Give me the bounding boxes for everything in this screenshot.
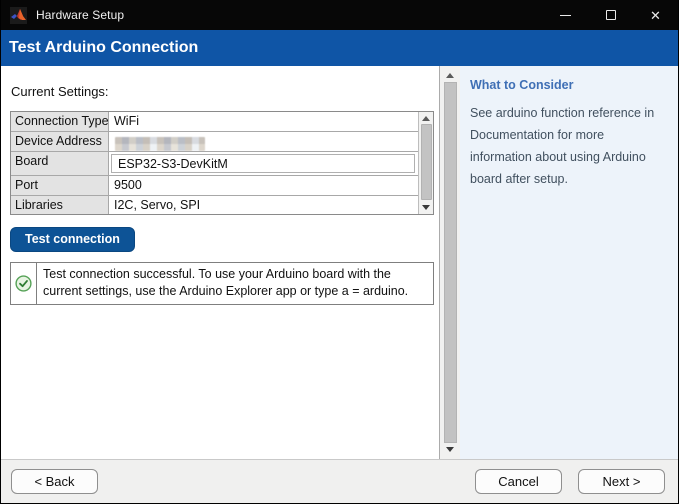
row-label: Device Address bbox=[11, 132, 109, 151]
row-value bbox=[109, 132, 433, 151]
status-icon-cell bbox=[11, 263, 37, 304]
scroll-up-icon[interactable] bbox=[446, 73, 454, 78]
close-button[interactable]: ✕ bbox=[633, 0, 678, 30]
maximize-icon bbox=[605, 10, 616, 20]
table-scrollbar[interactable] bbox=[418, 112, 433, 214]
row-label: Connection Type bbox=[11, 112, 109, 131]
back-button[interactable]: < Back bbox=[11, 469, 98, 494]
check-circle-icon bbox=[15, 275, 32, 292]
next-button[interactable]: Next > bbox=[578, 469, 665, 494]
board-field[interactable]: ESP32-S3-DevKitM bbox=[111, 154, 415, 173]
table-row-board: Board ESP32-S3-DevKitM bbox=[11, 152, 433, 176]
window-controls: ✕ bbox=[543, 0, 678, 30]
titlebar: Hardware Setup ✕ bbox=[1, 0, 678, 30]
main-pane: Current Settings: Connection Type WiFi D… bbox=[1, 66, 439, 459]
table-row-device-address: Device Address bbox=[11, 132, 433, 152]
help-sidebar: What to Consider See arduino function re… bbox=[460, 66, 678, 459]
window-title: Hardware Setup bbox=[36, 8, 125, 22]
table-row-port: Port 9500 bbox=[11, 176, 433, 196]
sidebar-heading: What to Consider bbox=[470, 78, 574, 92]
row-label: Port bbox=[11, 176, 109, 195]
scroll-up-icon[interactable] bbox=[422, 116, 430, 121]
table-scrollbar-thumb[interactable] bbox=[420, 124, 432, 200]
scroll-down-icon[interactable] bbox=[422, 205, 430, 210]
status-message-box: Test connection successful. To use your … bbox=[10, 262, 434, 305]
main-scrollbar[interactable] bbox=[439, 66, 460, 459]
sidebar-body-text: See arduino function reference in Docume… bbox=[470, 106, 655, 186]
step-header: Test Arduino Connection bbox=[1, 30, 678, 66]
minimize-button[interactable] bbox=[543, 0, 588, 30]
maximize-button[interactable] bbox=[588, 0, 633, 30]
settings-table: Connection Type WiFi Device Address Boar… bbox=[10, 111, 434, 215]
table-row-libraries: Libraries I2C, Servo, SPI bbox=[11, 196, 433, 214]
footer-nav: < Back Cancel Next > bbox=[1, 459, 678, 503]
status-message: Test connection successful. To use your … bbox=[43, 267, 409, 298]
row-value: WiFi bbox=[114, 114, 139, 128]
hardware-setup-window: Hardware Setup ✕ Test Arduino Connection… bbox=[0, 0, 679, 504]
device-address-redacted bbox=[115, 137, 205, 151]
table-row-connection-type: Connection Type WiFi bbox=[11, 112, 433, 132]
main-scrollbar-thumb[interactable] bbox=[443, 82, 457, 443]
row-value: 9500 bbox=[114, 178, 142, 192]
scroll-down-icon[interactable] bbox=[446, 447, 454, 452]
row-label: Libraries bbox=[11, 196, 109, 214]
row-value: ESP32-S3-DevKitM bbox=[109, 152, 433, 175]
page-title: Test Arduino Connection bbox=[9, 39, 199, 56]
minimize-icon bbox=[560, 14, 571, 16]
close-icon: ✕ bbox=[650, 7, 661, 23]
row-label: Board bbox=[11, 152, 109, 175]
matlab-logo-icon bbox=[10, 6, 27, 24]
test-connection-button[interactable]: Test connection bbox=[10, 227, 135, 252]
cancel-button[interactable]: Cancel bbox=[475, 469, 562, 494]
content-area: Current Settings: Connection Type WiFi D… bbox=[1, 66, 678, 459]
current-settings-label: Current Settings: bbox=[11, 84, 109, 99]
row-value: I2C, Servo, SPI bbox=[114, 198, 201, 212]
